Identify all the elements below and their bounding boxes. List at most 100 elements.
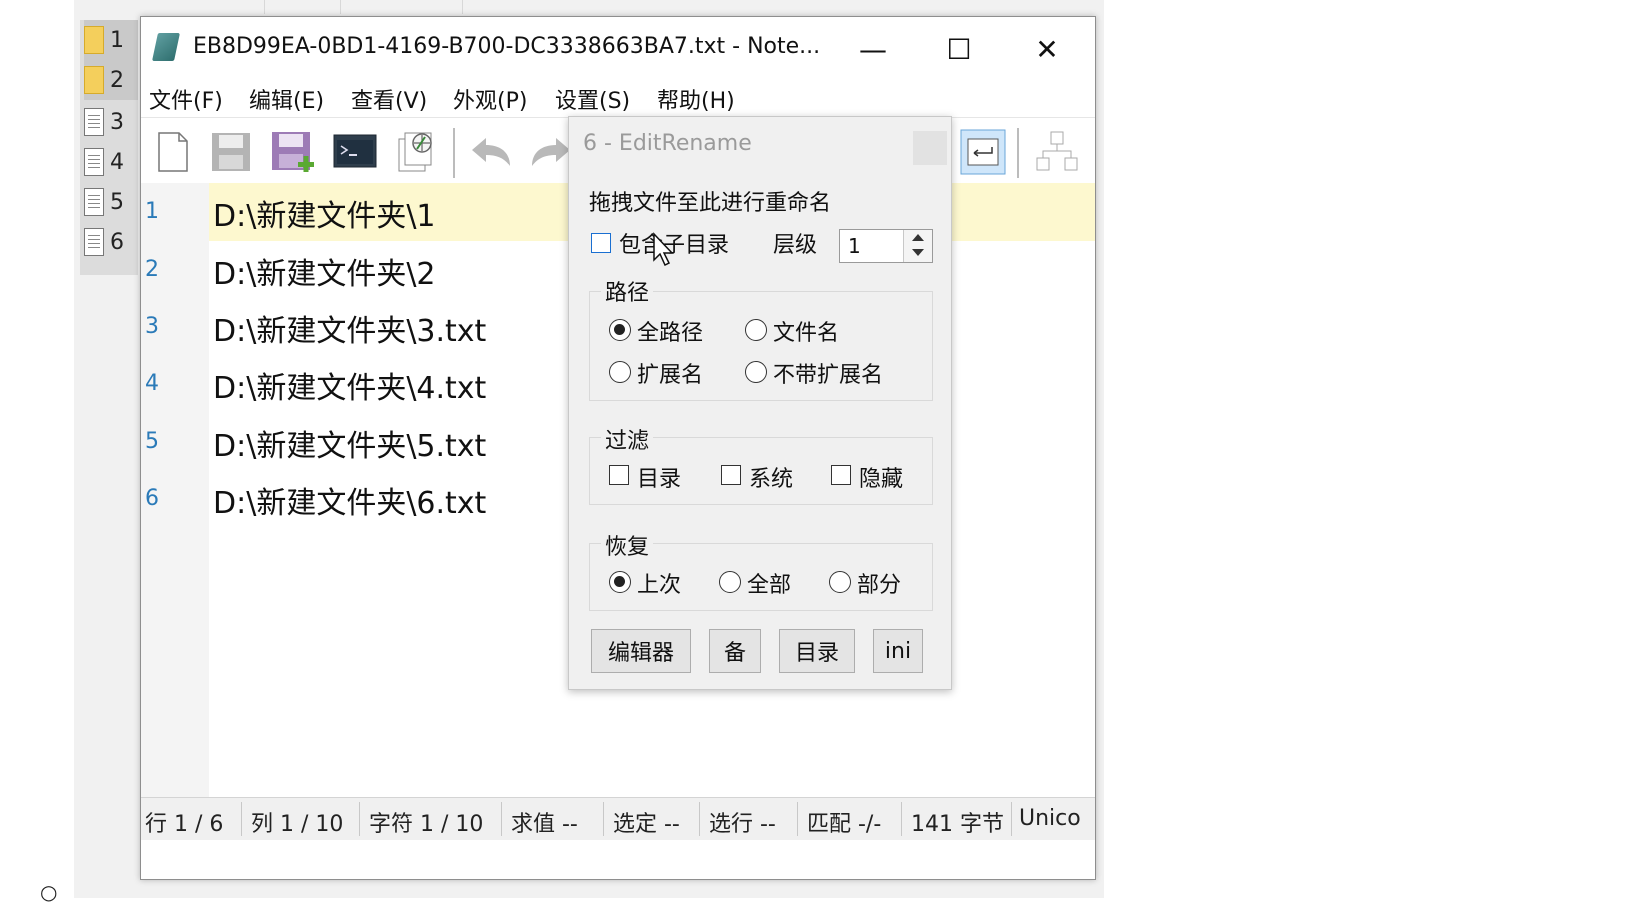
line-number: 5 bbox=[145, 429, 159, 454]
folder-icon bbox=[84, 66, 104, 94]
save-as-icon bbox=[272, 132, 314, 172]
side-item-5[interactable]: 5 bbox=[84, 182, 138, 222]
divider bbox=[603, 802, 604, 836]
save-button[interactable] bbox=[207, 128, 255, 176]
line-number: 6 bbox=[145, 486, 159, 511]
undo-icon bbox=[472, 138, 510, 166]
filter-system-checkbox[interactable] bbox=[721, 465, 741, 485]
new-file-button[interactable] bbox=[149, 128, 197, 176]
divider bbox=[797, 802, 798, 836]
scheme-button[interactable] bbox=[1033, 128, 1081, 176]
status-row: 行 1 / 6 bbox=[145, 812, 224, 837]
restore-all-radio[interactable] bbox=[719, 571, 741, 593]
line-text: D:\新建文件夹\5.txt bbox=[213, 429, 487, 464]
hierarchy-icon bbox=[1036, 131, 1078, 171]
close-button[interactable]: ✕ bbox=[1017, 27, 1077, 71]
restore-group-label: 恢复 bbox=[601, 529, 654, 561]
spinner-buttons bbox=[903, 230, 932, 262]
menu-file[interactable]: 文件(F) bbox=[149, 83, 223, 115]
status-bar: 行 1 / 6 列 1 / 10 字符 1 / 10 求值 -- 选定 -- 选… bbox=[141, 797, 1095, 840]
window-title: EB8D99EA-0BD1-4169-B700-DC3338663BA7.txt… bbox=[193, 34, 821, 59]
maximize-button[interactable]: ☐ bbox=[929, 27, 989, 71]
popup-minimize-button[interactable] bbox=[913, 131, 947, 165]
side-item-2[interactable]: 2 bbox=[84, 60, 138, 100]
toolbar-separator bbox=[1017, 128, 1019, 178]
side-item-number: 1 bbox=[110, 27, 124, 53]
side-item-3[interactable]: 3 bbox=[84, 102, 138, 142]
filter-group-label: 过滤 bbox=[601, 423, 654, 455]
status-encoding: Unico bbox=[1019, 806, 1081, 831]
status-bytes: 141 字节 bbox=[911, 812, 1004, 837]
line-text: D:\新建文件夹\3.txt bbox=[213, 314, 487, 349]
menu-help[interactable]: 帮助(H) bbox=[657, 83, 735, 115]
filter-dir-checkbox[interactable] bbox=[609, 465, 629, 485]
side-item-number: 3 bbox=[110, 109, 124, 135]
restore-last-label: 上次 bbox=[637, 573, 682, 598]
page-bullet: ○ bbox=[40, 880, 58, 904]
level-value: 1 bbox=[848, 234, 861, 258]
divider bbox=[359, 802, 360, 836]
side-item-number: 4 bbox=[110, 149, 124, 175]
side-item-number: 2 bbox=[110, 67, 124, 93]
path-filename-radio[interactable] bbox=[745, 319, 767, 341]
filter-system-label: 系统 bbox=[749, 467, 794, 492]
filter-hidden-checkbox[interactable] bbox=[831, 465, 851, 485]
ini-button[interactable]: ini bbox=[873, 629, 923, 673]
undo-button[interactable] bbox=[467, 128, 515, 176]
spin-up-icon[interactable] bbox=[912, 234, 924, 241]
console-button[interactable] bbox=[331, 128, 379, 176]
status-column: 列 1 / 10 bbox=[251, 812, 344, 837]
level-spinner[interactable]: 1 bbox=[839, 229, 933, 263]
menu-view[interactable]: 查看(V) bbox=[351, 83, 427, 115]
menu-appearance[interactable]: 外观(P) bbox=[453, 83, 527, 115]
new-file-icon bbox=[158, 132, 188, 172]
save-as-button[interactable] bbox=[269, 128, 317, 176]
status-selected-rows: 选行 -- bbox=[709, 812, 776, 837]
status-char: 字符 1 / 10 bbox=[369, 812, 484, 837]
side-item-6[interactable]: 6 bbox=[84, 222, 138, 262]
document-globe-icon bbox=[398, 132, 432, 172]
restore-last-radio[interactable] bbox=[609, 571, 631, 593]
backup-button[interactable]: 备 bbox=[709, 629, 761, 673]
menu-edit[interactable]: 编辑(E) bbox=[249, 83, 324, 115]
folder-icon bbox=[84, 26, 104, 54]
status-eval: 求值 -- bbox=[511, 812, 578, 837]
word-wrap-icon bbox=[960, 129, 1006, 175]
title-bar[interactable]: EB8D99EA-0BD1-4169-B700-DC3338663BA7.txt… bbox=[141, 17, 1095, 79]
directory-button[interactable]: 目录 bbox=[779, 629, 855, 673]
path-full-radio[interactable] bbox=[609, 319, 631, 341]
drag-hint-label: 拖拽文件至此进行重命名 bbox=[589, 191, 832, 216]
path-ext-label: 扩展名 bbox=[637, 363, 704, 388]
level-label: 层级 bbox=[773, 233, 818, 258]
open-copy-button[interactable] bbox=[393, 128, 441, 176]
path-group-label: 路径 bbox=[601, 275, 654, 307]
close-icon: ✕ bbox=[1035, 32, 1059, 66]
path-ext-radio[interactable] bbox=[609, 361, 631, 383]
menu-settings[interactable]: 设置(S) bbox=[555, 83, 630, 115]
path-noext-radio[interactable] bbox=[745, 361, 767, 383]
status-match: 匹配 -/- bbox=[807, 812, 882, 837]
editor-button[interactable]: 编辑器 bbox=[591, 629, 691, 673]
side-item-4[interactable]: 4 bbox=[84, 142, 138, 182]
save-icon bbox=[212, 133, 250, 171]
spin-down-icon[interactable] bbox=[912, 249, 924, 256]
menu-bar: 文件(F) 编辑(E) 查看(V) 外观(P) 设置(S) 帮助(H) bbox=[141, 79, 1095, 117]
line-number: 1 bbox=[145, 199, 159, 224]
filter-dir-label: 目录 bbox=[637, 467, 682, 492]
divider bbox=[699, 802, 700, 836]
mouse-cursor-icon bbox=[653, 232, 674, 267]
filter-hidden-label: 隐藏 bbox=[859, 467, 904, 492]
divider bbox=[264, 0, 265, 14]
line-text: D:\新建文件夹\6.txt bbox=[213, 486, 487, 521]
path-full-label: 全路径 bbox=[637, 321, 704, 346]
include-subdir-checkbox[interactable] bbox=[591, 233, 611, 253]
minimize-button[interactable]: — bbox=[843, 27, 903, 71]
divider bbox=[241, 802, 242, 836]
word-wrap-button[interactable] bbox=[959, 128, 1007, 176]
side-item-1[interactable]: 1 bbox=[84, 20, 138, 60]
divider bbox=[1011, 802, 1012, 836]
restore-part-radio[interactable] bbox=[829, 571, 851, 593]
side-item-number: 5 bbox=[110, 189, 124, 215]
popup-title: 6 - EditRename bbox=[583, 131, 752, 156]
restore-all-label: 全部 bbox=[747, 573, 792, 598]
